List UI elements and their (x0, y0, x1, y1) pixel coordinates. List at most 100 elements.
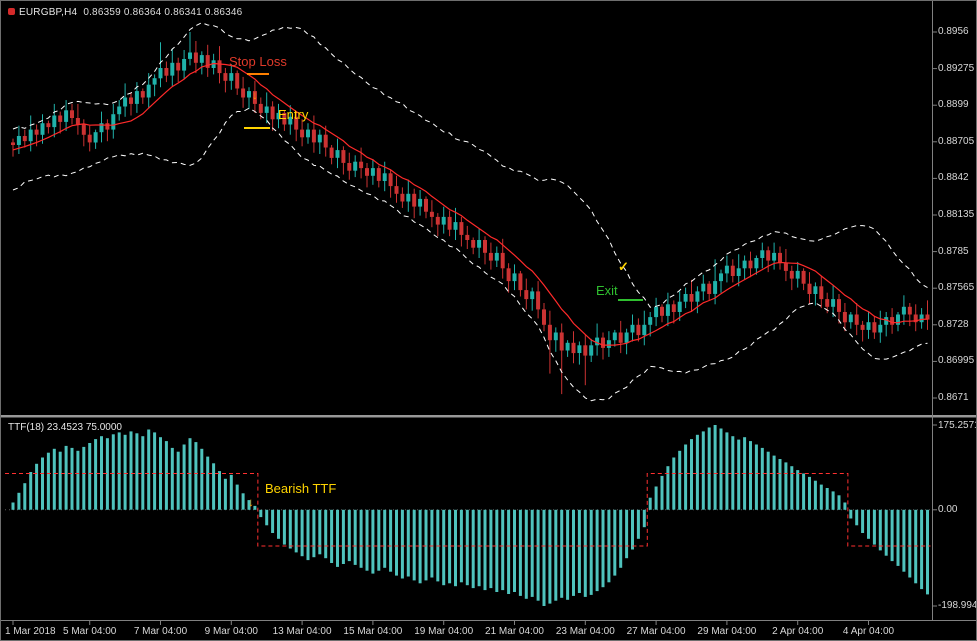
ttf-bar (902, 510, 905, 572)
ttf-bar (23, 483, 26, 510)
candlestick-series (11, 32, 930, 394)
ttf-bar (448, 510, 451, 584)
exit-annotation[interactable]: Exit (596, 283, 618, 298)
ttf-bar (543, 510, 546, 606)
candle-body (105, 123, 109, 129)
ttf-bar (832, 491, 835, 509)
ttf-bar (94, 439, 97, 510)
price-scale[interactable]: 175.2571 0.00 -198.9949 0.89560.892750.8… (933, 1, 977, 620)
ttf-bar (908, 510, 911, 578)
ttf-bar (613, 510, 616, 576)
candle-body (365, 168, 369, 176)
ttf-bar (666, 466, 669, 510)
candle-body (359, 162, 363, 168)
ttf-bar (684, 445, 687, 510)
panel-splitter[interactable] (1, 415, 977, 417)
time-scale[interactable]: 1 Mar 20185 Mar 04:007 Mar 04:009 Mar 04… (1, 621, 977, 641)
chart-canvas[interactable]: ↓↓ (1, 1, 977, 641)
candle-body (790, 271, 794, 279)
ttf-bar (17, 493, 20, 510)
ttf-bar (336, 510, 339, 567)
ttf-bar (708, 428, 711, 510)
candle-body (501, 253, 505, 268)
candle-body (796, 271, 800, 279)
candle-body (76, 118, 80, 124)
ttf-bar (419, 510, 422, 584)
price-axis-label: 0.8728 (938, 319, 969, 331)
candle-body (448, 217, 452, 230)
candle-body (636, 325, 640, 335)
candle-body (46, 123, 50, 127)
candle-body (867, 322, 871, 330)
candle-body (754, 258, 758, 268)
price-axis-label: 0.8899 (938, 99, 969, 111)
ttf-bar (867, 510, 870, 539)
ttf-bar (779, 459, 782, 510)
ttf-bar (861, 510, 864, 533)
ttf-bar (566, 510, 569, 600)
candle-body (312, 130, 316, 143)
candle-body (837, 299, 841, 312)
ttf-axis-zero-label: 0.00 (938, 504, 957, 516)
bearish-ttf-annotation[interactable]: Bearish TTF (265, 481, 336, 496)
ttf-bar (873, 510, 876, 545)
ttf-axis-min-label: -198.9949 (938, 600, 977, 612)
ttf-bar (619, 510, 622, 568)
candle-body (430, 212, 434, 217)
ttf-bar (478, 510, 481, 586)
candle-body (164, 68, 168, 76)
ttf-bar (413, 510, 416, 581)
candle-body (772, 253, 776, 261)
annotation-objects[interactable]: ↓↓ (244, 74, 643, 509)
ttf-bar (271, 510, 274, 533)
price-axis-label: 0.89275 (938, 63, 974, 75)
arrow-marker-icon[interactable]: ↓ (252, 88, 258, 102)
ttf-bar (784, 462, 787, 509)
ttf-bar (737, 440, 740, 510)
candle-body (695, 291, 699, 301)
ttf-bar (466, 510, 469, 585)
ttf-bar (625, 510, 628, 558)
price-axis-label: 0.8842 (938, 172, 969, 184)
ttf-bar (879, 510, 882, 551)
ttf-bar (141, 436, 144, 510)
ttf-bar (283, 510, 286, 545)
ttf-bar (855, 510, 858, 526)
candle-body (601, 338, 605, 348)
ttf-bar (655, 487, 658, 510)
date-label: 4 Apr 04:00 (843, 626, 894, 637)
ttf-bar (366, 510, 369, 571)
ttf-bar (649, 498, 652, 510)
date-label: 7 Mar 04:00 (134, 626, 187, 637)
candle-body (625, 333, 629, 343)
ttf-bar (430, 510, 433, 578)
ttf-bar (814, 481, 817, 510)
candle-body (341, 150, 345, 163)
candle-body (666, 304, 670, 316)
ttf-bar (637, 510, 640, 539)
ttf-bar (897, 510, 900, 566)
ttf-bar (354, 510, 357, 565)
ttf-bar (554, 510, 557, 601)
entry-annotation[interactable]: Entry (278, 107, 308, 122)
ttf-bar (484, 510, 487, 590)
candle-body (513, 273, 517, 281)
candle-body (188, 53, 192, 59)
arrow-marker-icon[interactable]: ↓ (248, 495, 254, 509)
candle-body (631, 325, 635, 333)
candle-body (29, 130, 33, 142)
candle-body (613, 333, 617, 341)
check-mark-icon[interactable]: ✓ (618, 259, 629, 275)
candle-body (890, 317, 894, 325)
candle-body (819, 286, 823, 299)
ttf-bar (531, 510, 534, 597)
stop-loss-annotation[interactable]: Stop Loss (229, 54, 287, 69)
ttf-bar (35, 464, 38, 510)
candle-body (395, 186, 399, 194)
price-axis-label: 0.88135 (938, 209, 974, 221)
price-axis-label: 0.88705 (938, 136, 974, 148)
ttf-bar (631, 510, 634, 550)
candle-body (459, 222, 463, 235)
candle-body (259, 104, 263, 113)
ttf-bar (489, 510, 492, 588)
